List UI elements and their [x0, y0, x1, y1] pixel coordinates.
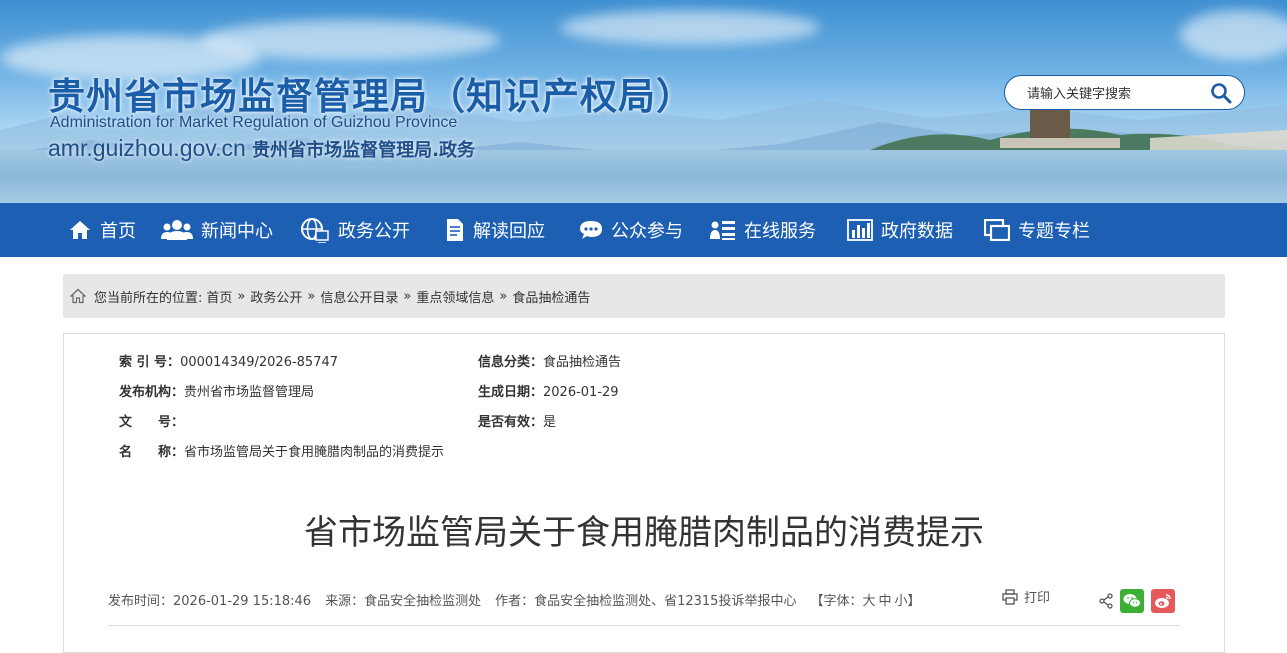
meta-valid-value: 是 [543, 415, 557, 430]
nav-item-home[interactable]: 首页 [68, 203, 136, 257]
meta-publisher: 发布机构：贵州省市场监督管理局 [119, 381, 314, 400]
nav-item-news[interactable]: 新闻中心 [161, 203, 273, 257]
breadcrumb-item-key-areas[interactable]: 重点领域信息 [416, 287, 494, 306]
divider [108, 625, 1180, 626]
meta-date-value: 2026-01-29 [543, 385, 619, 400]
meta-date: 生成日期：2026-01-29 [478, 381, 619, 400]
chat-icon [580, 221, 602, 239]
article-publish-time: 发布时间：2026-01-29 15:18:46 [108, 594, 312, 609]
breadcrumb-separator: » [237, 288, 246, 304]
document-icon [447, 219, 463, 241]
header-banner: 贵州省市场监督管理局（知识产权局） Administration for Mar… [0, 0, 1287, 203]
site-domain-url: amr.guizhou.gov.cn [48, 135, 246, 161]
breadcrumb: 您当前所在的位置: 首页 » 政务公开 » 信息公开目录 » 重点领域信息 » … [63, 274, 1225, 318]
users-icon [161, 220, 193, 240]
cloud-decoration [1180, 10, 1287, 60]
breadcrumb-separator: » [307, 288, 316, 304]
meta-category-label: 信息分类： [478, 355, 544, 370]
nav-item-label: 公众参与 [611, 221, 683, 242]
font-size-small[interactable]: 小 [895, 594, 908, 609]
site-title-english: Administration for Market Regulation of … [50, 114, 458, 131]
meta-name: 名 称：省市场监管局关于食用腌腊肉制品的消费提示 [119, 441, 444, 460]
article-source: 来源：食品安全抽检监测处 [325, 594, 482, 609]
meta-index-label: 索 引 号： [119, 355, 181, 370]
font-size-medium[interactable]: 中 [878, 594, 891, 609]
nav-item-label: 专题专栏 [1018, 221, 1090, 242]
font-size-prefix: 【字体： [810, 594, 863, 609]
share-icon[interactable] [1098, 593, 1114, 609]
nav-item-label: 政府数据 [881, 221, 953, 242]
print-button[interactable]: 打印 [1002, 587, 1050, 606]
wechat-icon [1123, 594, 1141, 608]
share-wechat-button[interactable] [1120, 589, 1144, 613]
meta-name-label: 名 称： [119, 445, 185, 460]
article-meta: 发布时间：2026-01-29 15:18:46 来源：食品安全抽检监测处 作者：食… [108, 590, 921, 609]
nav-item-label: 在线服务 [744, 221, 816, 242]
meta-category-value: 食品抽检通告 [543, 355, 622, 370]
nav-item-label: 新闻中心 [201, 221, 273, 242]
article-title: 省市场监管局关于食用腌腊肉制品的消费提示 [304, 513, 984, 553]
font-size-large[interactable]: 大 [862, 594, 875, 609]
site-domain: amr.guizhou.gov.cn 贵州省市场监督管理局.政务 [48, 135, 475, 162]
breadcrumb-separator: » [403, 288, 412, 304]
meta-docno: 文 号： [119, 411, 184, 430]
article-author: 作者：食品安全抽检监测处、省12315投诉举报中心 [495, 594, 797, 609]
font-size-control: 【字体：大中小】 [810, 594, 920, 609]
printer-icon [1002, 588, 1018, 605]
meta-category: 信息分类：食品抽检通告 [478, 351, 621, 370]
nav-item-label: 首页 [100, 221, 136, 242]
nav-item-gov-data[interactable]: 政府数据 [847, 203, 953, 257]
nav-item-gov-affairs[interactable]: 政务公开 [300, 203, 410, 257]
user-list-icon [710, 221, 735, 240]
breadcrumb-separator: » [499, 288, 508, 304]
site-title[interactable]: 贵州省市场监督管理局（知识产权局） [48, 66, 694, 120]
main-nav: 首页 新闻中心 政务公开 解读回应 公众参与 在线服务 政府数据 专题专栏 [0, 203, 1287, 257]
breadcrumb-item-home[interactable]: 首页 [206, 287, 232, 306]
breadcrumb-prefix: 您当前所在的位置: [94, 290, 203, 306]
breadcrumb-item-food-inspection[interactable]: 食品抽检通告 [512, 287, 590, 306]
meta-docno-label: 文 号： [119, 415, 185, 430]
site-domain-cn: 贵州省市场监督管理局.政务 [252, 140, 475, 161]
nav-item-interpretation[interactable]: 解读回应 [445, 203, 545, 257]
meta-valid: 是否有效：是 [478, 411, 556, 430]
nav-item-label: 政务公开 [338, 221, 410, 242]
meta-publisher-value: 贵州省市场监督管理局 [184, 385, 315, 400]
meta-publisher-label: 发布机构： [119, 385, 185, 400]
share-weibo-button[interactable] [1151, 589, 1175, 613]
nav-item-label: 解读回应 [473, 221, 545, 242]
meta-index-value: 000014349/2026-85747 [180, 355, 339, 370]
globe-icon [301, 218, 329, 243]
home-icon [70, 288, 86, 304]
search-box [1004, 75, 1245, 110]
search-input[interactable] [1025, 83, 1209, 105]
cloud-decoration [560, 10, 820, 45]
breadcrumb-item-gov-affairs[interactable]: 政务公开 [250, 287, 302, 306]
meta-date-label: 生成日期： [478, 385, 544, 400]
breadcrumb-item-info-catalog[interactable]: 信息公开目录 [320, 287, 398, 306]
meta-index: 索 引 号：000014349/2026-85747 [119, 351, 338, 370]
search-icon[interactable] [1210, 82, 1232, 104]
home-icon [70, 221, 90, 239]
font-size-suffix: 】 [907, 594, 921, 609]
nav-item-online-service[interactable]: 在线服务 [710, 203, 816, 257]
nav-item-participation[interactable]: 公众参与 [579, 203, 683, 257]
cloud-decoration [200, 20, 500, 60]
bar-chart-icon [847, 219, 873, 241]
weibo-icon [1155, 594, 1171, 608]
meta-name-value: 省市场监管局关于食用腌腊肉制品的消费提示 [184, 445, 445, 460]
meta-valid-label: 是否有效： [478, 415, 544, 430]
print-label: 打印 [1024, 591, 1051, 606]
nav-item-special-topics[interactable]: 专题专栏 [984, 203, 1090, 257]
window-icon [984, 219, 1010, 241]
